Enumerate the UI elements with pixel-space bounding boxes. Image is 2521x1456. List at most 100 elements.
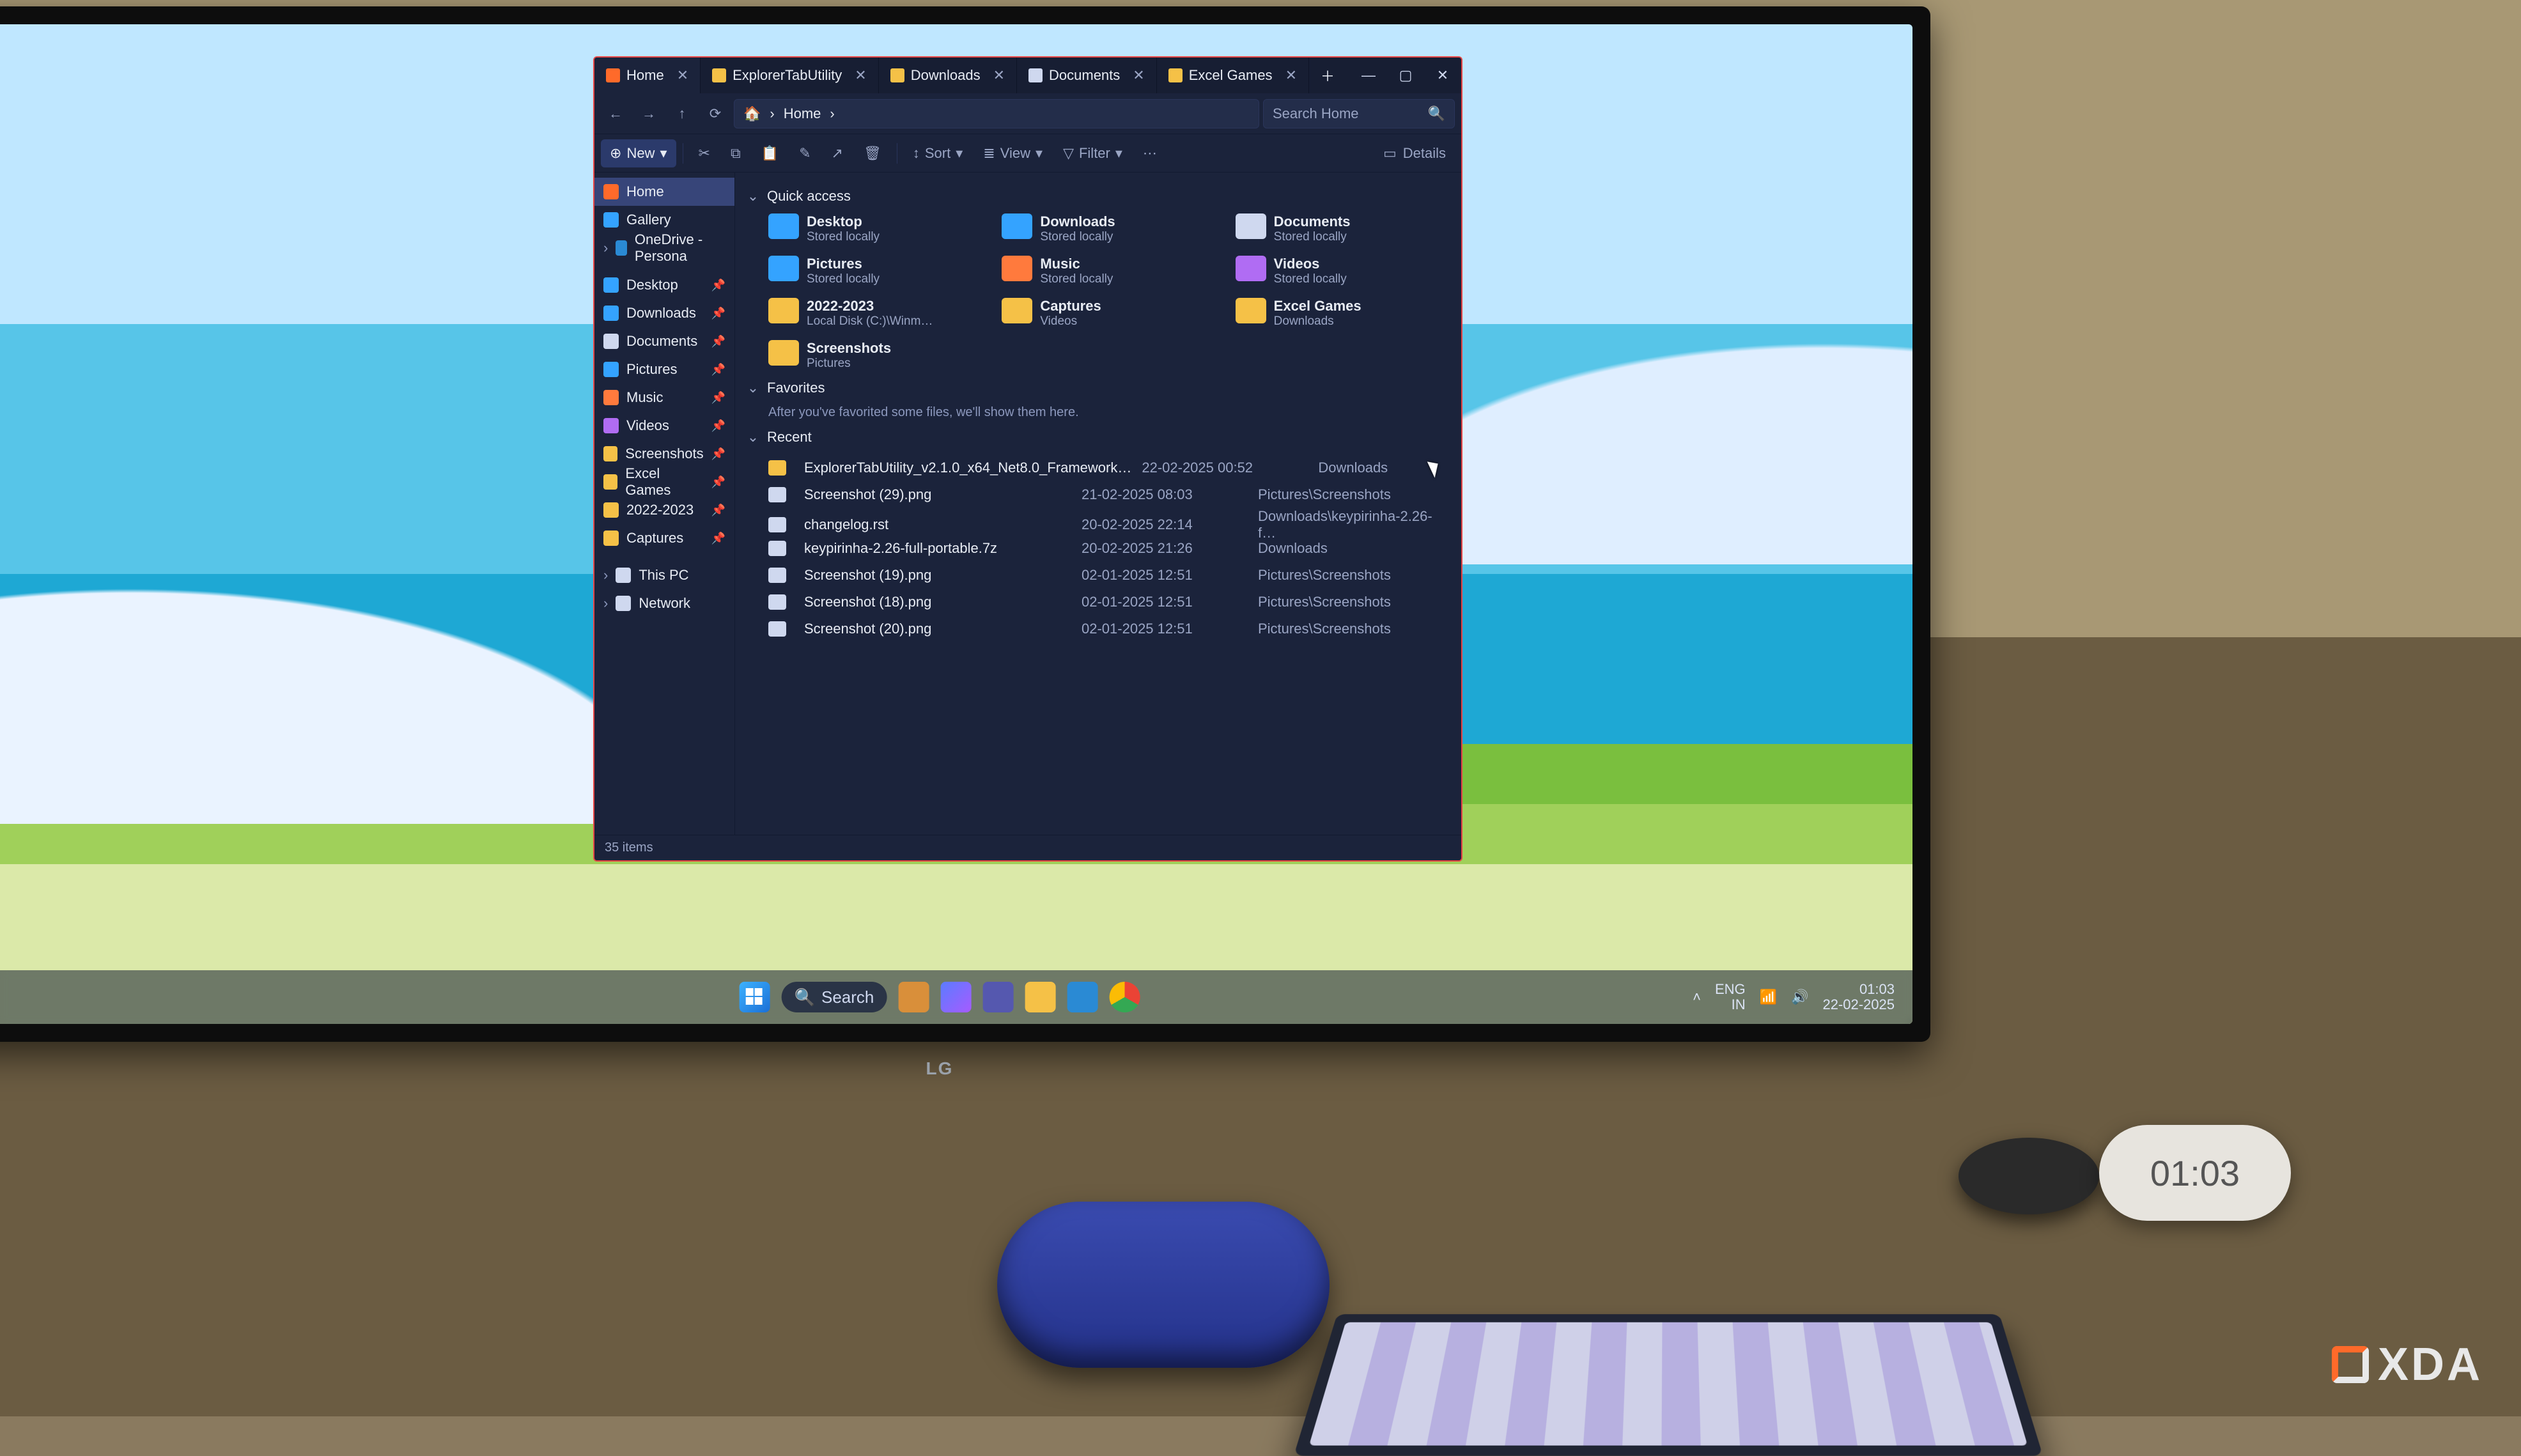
recent-file-date: 20-02-2025 21:26: [1082, 540, 1248, 557]
sidebar-item[interactable]: Music📌: [594, 383, 734, 412]
start-button[interactable]: [740, 982, 770, 1012]
explorer-tab[interactable]: Downloads✕: [879, 58, 1017, 93]
new-tab-button[interactable]: ＋: [1309, 58, 1346, 93]
wifi-icon[interactable]: 📶: [1760, 989, 1777, 1005]
recent-file-row[interactable]: Screenshot (20).png 02-01-2025 12:51 Pic…: [768, 616, 1450, 642]
quick-access-item[interactable]: Videos Stored locally: [1236, 256, 1450, 286]
details-pane-toggle[interactable]: ▭ Details: [1374, 139, 1455, 167]
tray-chevron-icon[interactable]: ˄: [1693, 989, 1701, 1005]
folder-icon: [603, 212, 619, 228]
sidebar-item[interactable]: Videos📌: [594, 412, 734, 440]
nav-bar: ← → ↑ ⟳ 🏠 › Home › Search Home 🔍: [594, 93, 1461, 134]
refresh-button[interactable]: ⟳: [701, 99, 730, 128]
volume-icon[interactable]: 🔊: [1791, 989, 1808, 1005]
folder-icon: [616, 568, 631, 583]
explorer-tab[interactable]: Excel Games✕: [1157, 58, 1309, 93]
system-tray[interactable]: ˄ ENG IN 📶 🔊 01:03 22-02-2025: [1693, 982, 1895, 1012]
taskbar-search[interactable]: 🔍 Search: [782, 982, 887, 1012]
close-button[interactable]: ✕: [1424, 58, 1461, 93]
copy-button[interactable]: ⧉: [722, 139, 750, 167]
paste-button[interactable]: 📋: [752, 139, 787, 167]
sidebar-item[interactable]: Downloads📌: [594, 299, 734, 327]
sidebar-item[interactable]: ›OneDrive - Persona: [594, 234, 734, 262]
sidebar-item[interactable]: Screenshots📌: [594, 440, 734, 468]
cut-button[interactable]: ✂: [690, 139, 719, 167]
explorer-tab[interactable]: Home✕: [594, 58, 701, 93]
recent-file-name: keypirinha-2.26-full-portable.7z: [804, 540, 1071, 557]
minimize-button[interactable]: —: [1350, 58, 1387, 93]
quick-access-item[interactable]: Screenshots Pictures: [768, 340, 982, 371]
explorer-tab[interactable]: ExplorerTabUtility✕: [701, 58, 879, 93]
taskbar-chrome[interactable]: [1109, 982, 1140, 1012]
taskbar-teams[interactable]: [982, 982, 1013, 1012]
clock[interactable]: 01:03 22-02-2025: [1822, 982, 1895, 1012]
share-button[interactable]: ↗: [823, 139, 852, 167]
favorites-header[interactable]: ⌄ Favorites: [747, 380, 1450, 396]
quick-access-item[interactable]: Downloads Stored locally: [1002, 213, 1216, 244]
recent-file-row[interactable]: changelog.rst 20-02-2025 22:14 Downloads…: [768, 508, 1450, 535]
quick-access-header[interactable]: ⌄ Quick access: [747, 188, 1450, 205]
sidebar-item[interactable]: 2022-2023📌: [594, 496, 734, 524]
quick-access-item[interactable]: 2022-2023 Local Disk (C:)\Winm…: [768, 298, 982, 329]
sidebar-item[interactable]: Pictures📌: [594, 355, 734, 383]
status-bar: 35 items: [594, 835, 1461, 860]
close-tab-icon[interactable]: ✕: [855, 67, 866, 84]
new-button[interactable]: ⊕ New ▾: [601, 139, 676, 167]
sidebar-item[interactable]: Excel Games📌: [594, 468, 734, 496]
chevron-down-icon: ⌄: [747, 429, 759, 445]
search-box[interactable]: Search Home 🔍: [1263, 99, 1455, 128]
sidebar-item[interactable]: ›This PC: [594, 561, 734, 589]
recent-file-row[interactable]: ExplorerTabUtility_v2.1.0_x64_Net8.0_Fra…: [768, 454, 1450, 481]
close-tab-icon[interactable]: ✕: [993, 67, 1005, 84]
sidebar-item-label: Home: [626, 183, 664, 200]
folder-icon: [616, 240, 627, 256]
quick-access-item[interactable]: Desktop Stored locally: [768, 213, 982, 244]
sidebar-item[interactable]: ›Network: [594, 589, 734, 617]
taskbar-pinned-app[interactable]: [898, 982, 929, 1012]
sort-button[interactable]: ↕ Sort ▾: [904, 139, 972, 167]
taskbar-copilot[interactable]: [940, 982, 971, 1012]
maximize-button[interactable]: ▢: [1387, 58, 1424, 93]
close-tab-icon[interactable]: ✕: [1133, 67, 1144, 84]
sidebar-item-label: OneDrive - Persona: [635, 231, 725, 265]
more-button[interactable]: ⋯: [1134, 139, 1166, 167]
recent-file-row[interactable]: Screenshot (19).png 02-01-2025 12:51 Pic…: [768, 562, 1450, 589]
sidebar-item[interactable]: Captures📌: [594, 524, 734, 552]
up-button[interactable]: ↑: [667, 99, 697, 128]
rename-button[interactable]: ✎: [790, 139, 819, 167]
breadcrumb-bar[interactable]: 🏠 › Home ›: [734, 99, 1259, 128]
quick-access-item[interactable]: Pictures Stored locally: [768, 256, 982, 286]
bluetooth-speaker: [997, 1202, 1330, 1368]
quick-access-item[interactable]: Music Stored locally: [1002, 256, 1216, 286]
quick-access-item[interactable]: Captures Videos: [1002, 298, 1216, 329]
recent-file-row[interactable]: Screenshot (18).png 02-01-2025 12:51 Pic…: [768, 589, 1450, 616]
qa-sublabel: Videos: [1040, 314, 1101, 329]
view-button[interactable]: ≣ View ▾: [974, 139, 1051, 167]
language-indicator[interactable]: ENG IN: [1715, 982, 1746, 1012]
quick-access-item[interactable]: Documents Stored locally: [1236, 213, 1450, 244]
folder-icon: [1236, 256, 1266, 281]
explorer-body: HomeGallery›OneDrive - Persona Desktop📌D…: [594, 173, 1461, 835]
filter-button[interactable]: ▽ Filter ▾: [1054, 139, 1131, 167]
sidebar-item-label: Screenshots: [625, 445, 703, 462]
forward-button[interactable]: →: [634, 99, 663, 128]
recent-file-location: Pictures\Screenshots: [1258, 567, 1450, 584]
close-tab-icon[interactable]: ✕: [677, 67, 688, 84]
sidebar-item[interactable]: Gallery: [594, 206, 734, 234]
recent-header[interactable]: ⌄ Recent: [747, 429, 1450, 445]
sidebar-item[interactable]: Desktop📌: [594, 271, 734, 299]
sidebar-item[interactable]: Documents📌: [594, 327, 734, 355]
xda-logo-icon: [2332, 1346, 2369, 1383]
explorer-tab[interactable]: Documents✕: [1017, 58, 1157, 93]
back-button[interactable]: ←: [601, 99, 630, 128]
taskbar-store[interactable]: [1067, 982, 1098, 1012]
folder-icon: [1236, 298, 1266, 323]
recent-file-row[interactable]: Screenshot (29).png 21-02-2025 08:03 Pic…: [768, 481, 1450, 508]
close-tab-icon[interactable]: ✕: [1285, 67, 1297, 84]
tab-icon: [1168, 68, 1183, 82]
sidebar-item[interactable]: Home: [594, 178, 734, 206]
quick-access-item[interactable]: Excel Games Downloads: [1236, 298, 1450, 329]
delete-button[interactable]: 🗑: [855, 139, 890, 167]
taskbar-explorer[interactable]: [1025, 982, 1055, 1012]
desk-scene: Home✕ExplorerTabUtility✕Downloads✕Docume…: [0, 0, 2521, 1416]
